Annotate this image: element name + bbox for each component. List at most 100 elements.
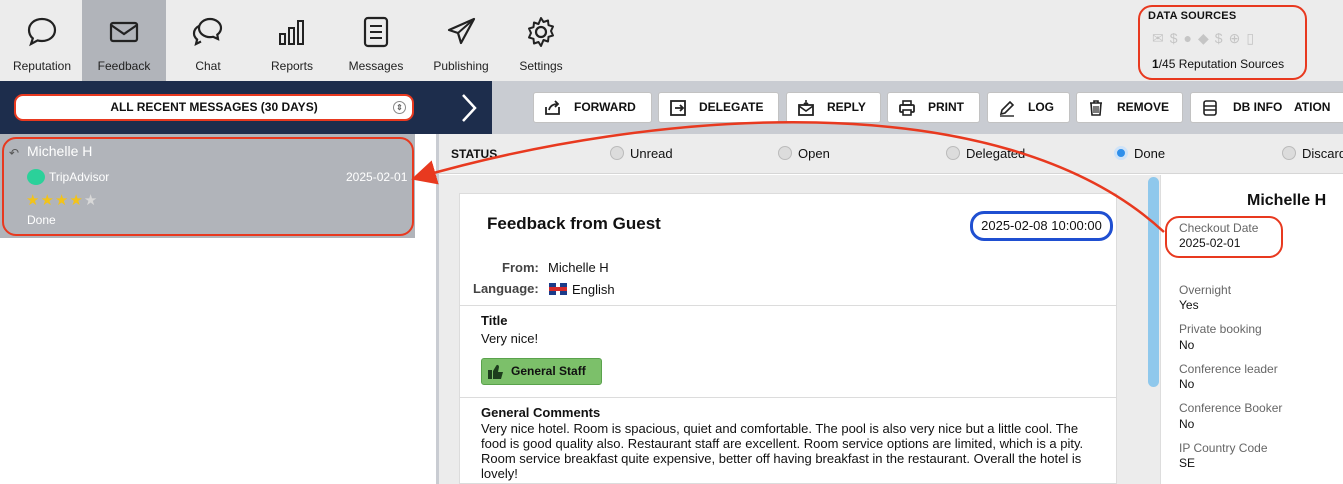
globe-source-icon: ⊕ — [1228, 30, 1247, 46]
reply-arrow-icon: ↶ — [9, 146, 20, 160]
list-item[interactable]: ↶ Michelle H TripAdvisor 2025-02-01 ★★★★… — [0, 134, 415, 238]
status-radio-done[interactable] — [1114, 146, 1128, 160]
source-icons: ✉$●◆$⊕▯ — [1152, 30, 1260, 47]
data-sources-title: DATA SOURCES — [1148, 10, 1237, 22]
status-radio-unread[interactable] — [610, 146, 624, 160]
message-filter-select[interactable]: ALL RECENT MESSAGES (30 DAYS) ⇕ — [14, 94, 414, 121]
message-date: 2025-02-01 — [346, 170, 408, 184]
nav-label: Reports — [270, 59, 314, 73]
status-radio-open[interactable] — [778, 146, 792, 160]
log-label: LOG — [1028, 100, 1054, 114]
status-label: STATUS — [451, 147, 498, 161]
chevron-right-icon[interactable] — [458, 91, 480, 125]
language-label: Language: — [473, 281, 539, 296]
nav-reputation[interactable]: Reputation — [0, 0, 84, 81]
guest-field-value: SE — [1179, 456, 1196, 470]
nav-chat[interactable]: Chat — [166, 0, 250, 81]
guest-field-label: Private booking — [1179, 322, 1262, 336]
forward-button[interactable]: FORWARD — [533, 92, 652, 123]
star-filled-icon: ★ — [26, 192, 41, 209]
reply-button[interactable]: REPLY — [786, 92, 881, 123]
title-label: Title — [481, 313, 508, 328]
status-radio-discard[interactable] — [1282, 146, 1296, 160]
star-rating: ★★★★★ — [26, 191, 98, 209]
category-tag-label: General Staff — [511, 364, 586, 378]
comments-text: Very nice hotel. Room is spacious, quiet… — [481, 421, 1084, 481]
pencil-icon — [999, 100, 1015, 117]
thumbs-up-icon — [488, 364, 503, 379]
nav-publishing[interactable]: Publishing — [419, 0, 503, 81]
category-tag[interactable]: General Staff — [481, 358, 602, 385]
nav-label: Chat — [195, 59, 221, 73]
scrollbar-thumb[interactable] — [1148, 177, 1159, 387]
status-bar: STATUS Unread Open Delegated Done Discar… — [439, 134, 1343, 174]
gear-icon — [528, 17, 554, 47]
message-source: TripAdvisor — [49, 170, 110, 184]
print-label: PRINT — [928, 100, 964, 114]
guest-field-value: No — [1179, 338, 1195, 352]
guest-field-label: Checkout Date — [1179, 221, 1259, 235]
delegate-icon — [670, 100, 686, 116]
remove-button[interactable]: REMOVE — [1076, 92, 1183, 123]
print-button[interactable]: PRINT — [887, 92, 980, 123]
tripadvisor-icon — [27, 169, 45, 185]
chat-bubbles-icon — [192, 17, 223, 47]
feedback-datetime: 2025-02-08 10:00:00 — [970, 211, 1113, 241]
data-sources-panel[interactable]: DATA SOURCES ✉$●◆$⊕▯ 1/45 Reputation Sou… — [1138, 5, 1307, 80]
top-navigation: Reputation Feedback Chat Reports Message… — [0, 0, 1343, 81]
guest-field-label: IP Country Code — [1179, 441, 1268, 455]
star-empty-icon: ★ — [83, 192, 99, 209]
total-source-label: /45 Reputation Sources — [1158, 57, 1285, 71]
status-option-label: Open — [798, 146, 830, 161]
uk-flag-icon — [549, 283, 567, 295]
envelope-icon — [109, 21, 139, 43]
reputation-sources-count: 1/45 Reputation Sources — [1152, 57, 1284, 71]
log-button[interactable]: LOG — [987, 92, 1070, 123]
bar-chart-icon — [279, 20, 304, 45]
leaf-source-icon: ◆ — [1198, 30, 1215, 46]
comments-label: General Comments — [481, 405, 601, 420]
nav-messages[interactable]: Messages — [334, 0, 418, 81]
guest-field-value: No — [1179, 417, 1195, 431]
truncated-button-label: ATION — [1294, 100, 1331, 114]
nav-label: Reputation — [12, 59, 72, 73]
nav-reports[interactable]: Reports — [250, 0, 334, 81]
star-filled-icon: ★ — [69, 192, 84, 209]
nav-label: Feedback — [97, 59, 151, 73]
chat-source-icon: ● — [1183, 30, 1198, 46]
nav-label: Publishing — [433, 59, 489, 73]
message-sender: Michelle H — [27, 143, 93, 159]
feedback-card: Feedback from Guest 2025-02-08 10:00:00 … — [459, 193, 1117, 484]
db-info-label: DB INFO — [1233, 100, 1283, 114]
dollar-source-icon-2: $ — [1214, 30, 1229, 46]
paper-plane-icon — [447, 17, 476, 45]
status-option-label: Discard — [1302, 146, 1343, 161]
delegate-button[interactable]: DELEGATE — [658, 92, 779, 123]
guest-field-label: Overnight — [1179, 283, 1232, 297]
reply-icon — [798, 100, 814, 116]
reply-label: REPLY — [827, 100, 866, 114]
db-info-button[interactable]: DB INFO ATION — [1190, 92, 1343, 123]
nav-label: Settings — [519, 59, 563, 73]
document-icon — [363, 16, 389, 48]
printer-icon — [899, 100, 915, 116]
active-source-count: 1 — [1152, 57, 1159, 71]
star-filled-icon: ★ — [54, 192, 70, 209]
speech-bubble-icon — [27, 17, 57, 47]
guest-field-value: 2025-02-01 — [1179, 236, 1241, 250]
delegate-label: DELEGATE — [699, 100, 764, 114]
message-status: Done — [27, 213, 56, 227]
guest-field-value: No — [1179, 377, 1195, 391]
nav-feedback[interactable]: Feedback — [82, 0, 166, 81]
title-value: Very nice! — [481, 331, 539, 346]
forward-label: FORWARD — [574, 100, 636, 114]
status-option-label: Done — [1134, 146, 1166, 161]
status-radio-delegated[interactable] — [946, 146, 960, 160]
status-option-label: Unread — [630, 146, 673, 161]
feedback-title: Feedback from Guest — [487, 214, 661, 233]
section-divider — [460, 397, 1116, 398]
nav-settings[interactable]: Settings — [499, 0, 583, 81]
message-list: ↶ Michelle H TripAdvisor 2025-02-01 ★★★★… — [0, 134, 415, 484]
trash-icon — [1090, 100, 1102, 116]
remove-label: REMOVE — [1117, 100, 1170, 114]
